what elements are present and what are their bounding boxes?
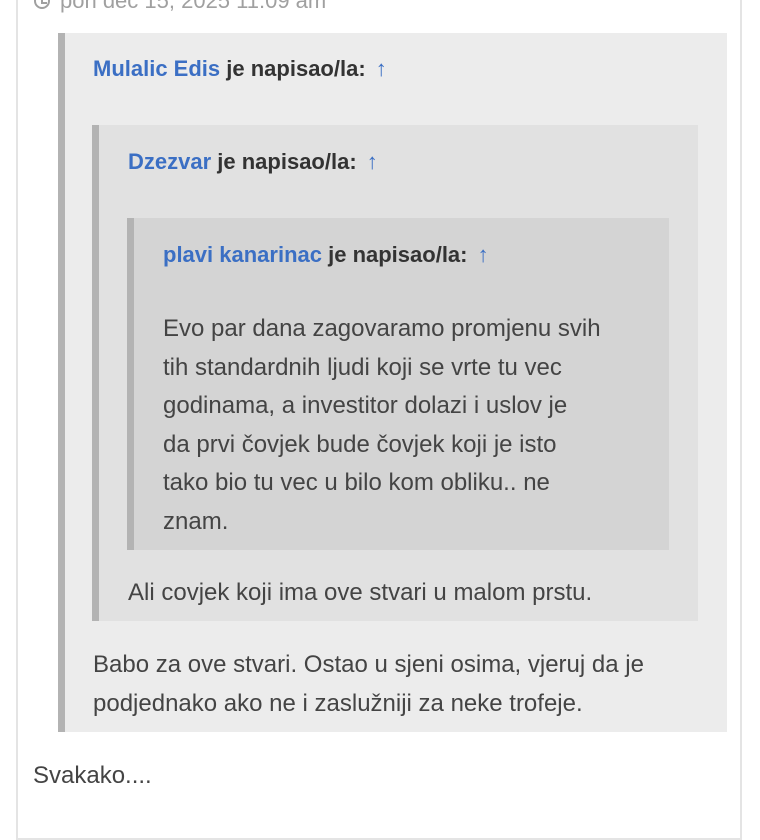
quote-inner-line: tako bio tu vec u bilo kom obliku.. ne (163, 469, 550, 496)
quote-inner-line: godinama, a investitor dolazi i uslov je (163, 392, 568, 419)
quote-middle-citation: Dzezvar je napisao/la: ↑ (128, 149, 378, 175)
quote-outer-body: Babo za ove stvari. Ostao u sjeni osima,… (93, 646, 644, 723)
jump-to-post-arrow-icon[interactable]: ↑ (478, 242, 489, 267)
post-closing-text: Svakako.... (33, 762, 152, 789)
quote-inner-line: tih standardnih ljudi koji se vrte tu ve… (163, 353, 562, 381)
quote-outer-line: podjednako ako ne i zaslužniji za neke t… (93, 689, 583, 717)
post-timestamp: pon dec 15, 2025 11:09 am (60, 0, 327, 13)
quote-inner-line: da prvi čovjek bude čovjek koji je isto (163, 430, 557, 458)
quote-middle-line: Ali covjek koji ima ove stvari u malom p… (128, 579, 593, 606)
quote-outer-author-link[interactable]: Mulalic Edis (93, 56, 220, 81)
quote-middle-author-link[interactable]: Dzezvar (128, 149, 211, 174)
post-meta: pon dec 15, 2025 11:09 am (34, 0, 326, 14)
quote-outer-citation: Mulalic Edis je napisao/la: ↑ (93, 56, 387, 82)
quote-inner-body: Evo par dana zagovaramo promjenu svih ti… (163, 310, 601, 541)
quote-inner-wrote-label: je napisao/la: (328, 242, 468, 267)
quote-middle-body: Ali covjek koji ima ove stvari u malom p… (128, 574, 592, 613)
quote-inner-author-link[interactable]: plavi kanarinac (163, 242, 322, 267)
quote-outer-wrote-label: je napisao/la: (226, 56, 366, 81)
quote-middle-wrote-label: je napisao/la: (217, 149, 357, 174)
post-body: Svakako.... (33, 757, 152, 796)
quote-outer-line: Babo za ove stvari. Ostao u sjeni osima,… (93, 651, 644, 678)
quote-inner-line: Evo par dana zagovaramo promjenu svih (163, 315, 601, 342)
clock-icon (34, 0, 50, 9)
quote-inner-line: znam. (163, 507, 229, 535)
quote-inner-citation: plavi kanarinac je napisao/la: ↑ (163, 242, 489, 268)
jump-to-post-arrow-icon[interactable]: ↑ (376, 56, 387, 81)
jump-to-post-arrow-icon[interactable]: ↑ (367, 149, 378, 174)
